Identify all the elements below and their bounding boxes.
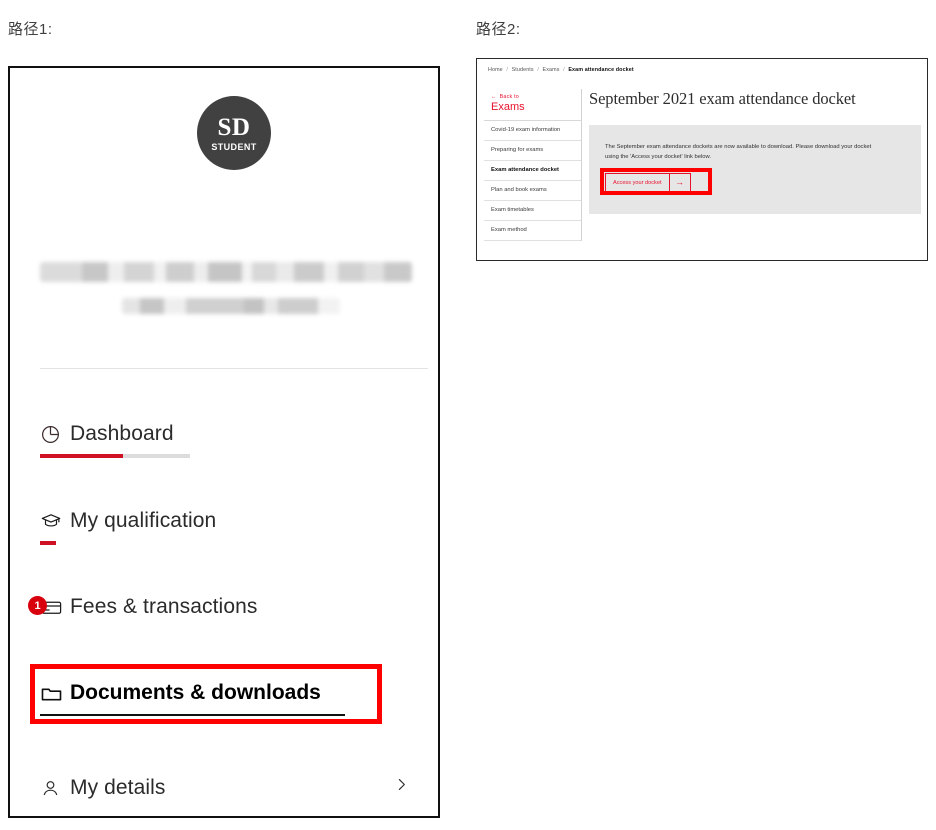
menu-item-dashboard[interactable]: Dashboard <box>40 412 428 456</box>
arrow-right-icon: → <box>668 174 690 192</box>
menu-item-fees-transactions[interactable]: Fees & transactions <box>40 585 428 629</box>
menu-item-label: Fees & transactions <box>70 595 258 618</box>
documents-label-underline <box>40 714 345 716</box>
docket-info-box: The September exam attendance dockets ar… <box>589 124 921 215</box>
avatar-initials: SD <box>217 113 251 141</box>
exam-docket-page-screenshot: Home / Students / Exams / Exam attendanc… <box>476 58 928 261</box>
qualification-progress-underline <box>40 541 56 545</box>
back-to-label: Back to <box>499 94 519 100</box>
qualification-progress-fill <box>40 541 56 545</box>
exam-nav-item-attendance-docket[interactable]: Exam attendance docket <box>484 160 581 181</box>
access-docket-button-label: Access your docket <box>613 179 662 186</box>
breadcrumb-separator: / <box>537 67 539 73</box>
menu-item-label: My details <box>70 776 166 799</box>
path-1-caption: 路径1: <box>8 21 53 38</box>
access-docket-button-wrapper: Access your docket → <box>600 168 712 196</box>
redacted-student-name <box>40 262 412 282</box>
access-docket-button[interactable]: Access your docket → <box>605 173 691 193</box>
path-2-caption: 路径2: <box>476 21 521 38</box>
pie-chart-icon <box>40 424 70 445</box>
breadcrumb-separator: / <box>506 67 508 73</box>
breadcrumb-item-home[interactable]: Home <box>488 67 503 73</box>
dashboard-progress-fill <box>40 454 123 458</box>
exam-section-nav: ← Back to Exams Covid-19 exam information… <box>484 89 582 241</box>
avatar-role-label: STUDENT <box>211 141 257 152</box>
back-to-exams-link[interactable]: ← Back to Exams <box>484 89 581 121</box>
breadcrumb-separator: / <box>563 67 565 73</box>
student-portal-menu-panel: SD STUDENT Dashboard My qualification Fe… <box>8 66 440 818</box>
menu-item-my-qualification[interactable]: My qualification <box>40 499 428 543</box>
back-to-target-label: Exams <box>491 101 525 113</box>
menu-item-my-details[interactable]: My details <box>40 766 428 810</box>
fees-notification-badge: 1 <box>28 596 47 615</box>
breadcrumb-item-exams[interactable]: Exams <box>543 67 560 73</box>
menu-divider <box>40 368 428 369</box>
dashboard-progress-underline <box>40 454 190 458</box>
page-title: September 2021 exam attendance docket <box>589 89 856 108</box>
breadcrumb: Home / Students / Exams / Exam attendanc… <box>488 67 634 73</box>
redacted-student-detail <box>122 298 340 314</box>
exam-nav-item-plan-book[interactable]: Plan and book exams <box>484 180 581 201</box>
breadcrumb-item-students[interactable]: Students <box>512 67 534 73</box>
menu-item-label: My qualification <box>70 509 217 532</box>
exam-nav-item-preparing[interactable]: Preparing for exams <box>484 140 581 161</box>
person-icon <box>40 778 70 799</box>
chevron-right-icon[interactable] <box>393 776 410 798</box>
menu-item-label: Dashboard <box>70 422 174 445</box>
exam-nav-item-timetables[interactable]: Exam timetables <box>484 200 581 221</box>
exam-nav-item-covid[interactable]: Covid-19 exam information <box>484 120 581 141</box>
breadcrumb-current: Exam attendance docket <box>568 67 634 73</box>
exam-main-content: September 2021 exam attendance docket Th… <box>589 89 925 215</box>
back-to-line: ← Back to <box>491 94 574 100</box>
graduation-cap-icon <box>40 510 70 532</box>
back-arrow-icon: ← <box>491 94 497 100</box>
avatar: SD STUDENT <box>197 96 271 170</box>
exam-nav-item-method[interactable]: Exam method <box>484 220 581 241</box>
docket-body-text: The September exam attendance dockets ar… <box>605 143 872 160</box>
